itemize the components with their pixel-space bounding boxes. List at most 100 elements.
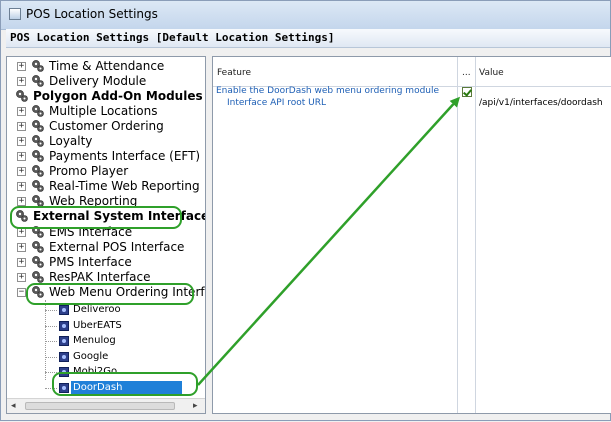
expand-icon[interactable]: +	[17, 62, 26, 71]
tree-item-label: Time & Attendance	[49, 59, 165, 73]
gear-icon	[31, 149, 45, 163]
expand-icon[interactable]: +	[17, 243, 26, 252]
gear-icon	[31, 104, 45, 118]
tree-item-label: External POS Interface	[49, 240, 185, 254]
interface-icon	[59, 336, 69, 346]
tree-item-label: Delivery Module	[49, 74, 147, 88]
pos-location-settings-window: POS Location Settings POS Location Setti…	[0, 0, 611, 421]
tree-child-label: Deliveroo	[73, 304, 121, 315]
feature-grid: Feature ... Value Enable the DoorDash we…	[212, 56, 611, 414]
gear-icon	[31, 59, 45, 73]
tree-item-label: Web Reporting	[49, 194, 138, 208]
scroll-left-arrow-icon[interactable]: ◂	[11, 401, 16, 411]
collapse-icon[interactable]: −	[17, 288, 26, 297]
window-icon	[9, 8, 21, 20]
expand-icon[interactable]: +	[17, 77, 26, 86]
gear-icon	[31, 255, 45, 269]
scroll-thumb[interactable]	[25, 402, 175, 410]
tree-item-label: Polygon Add-On Modules	[33, 89, 203, 103]
expand-icon[interactable]: +	[17, 258, 26, 267]
tree-item[interactable]: + ResPAK Interface	[7, 270, 203, 285]
tree-item-label: EMS Interface	[49, 225, 133, 239]
tree-item[interactable]: + Time & Attendance	[7, 59, 203, 74]
tree-item[interactable]: + EMS Interface	[7, 225, 203, 240]
expand-icon[interactable]: +	[17, 122, 26, 131]
interface-icon	[59, 351, 69, 362]
tree-item-label: Real-Time Web Reporting	[49, 179, 200, 193]
tree-child-label: UberEATS	[73, 319, 122, 331]
tree-item[interactable]: + Loyalty	[7, 134, 203, 149]
tree-item[interactable]: + Delivery Module	[7, 74, 203, 89]
value-cell[interactable]: /api/v1/interfaces/doordash	[479, 98, 603, 108]
tree-child-item[interactable]: Mobi2Go	[45, 365, 195, 380]
tree-child-label: Menulog	[73, 335, 116, 346]
tree-item-label: External System Interfaces	[33, 209, 206, 223]
settings-tree[interactable]: ◂ ▸ + Time & Attendance + Delivery Module Po…	[6, 56, 206, 414]
gear-icon	[15, 209, 29, 223]
gear-icon	[31, 134, 45, 148]
tree-item[interactable]: + External POS Interface	[7, 240, 203, 255]
gear-icon	[31, 240, 45, 254]
tree-child-item[interactable]: UberEATS	[45, 319, 195, 334]
expand-icon[interactable]: +	[17, 137, 26, 146]
gear-icon	[31, 270, 45, 284]
mid-column-header[interactable]: ...	[462, 68, 471, 78]
tree-item[interactable]: + Promo Player	[7, 164, 203, 179]
tree-item-label: ResPAK Interface	[49, 270, 151, 284]
tree-item[interactable]: External System Interfaces	[7, 209, 206, 224]
tree-item[interactable]: + Customer Ordering	[7, 119, 203, 134]
interface-icon	[59, 367, 69, 377]
gear-icon	[31, 119, 45, 133]
grid-row[interactable]: Enable the DoorDash web menu ordering mo…	[213, 86, 611, 98]
title-bar: POS Location Settings	[1, 1, 610, 30]
window-title: POS Location Settings	[26, 7, 158, 21]
gear-icon	[31, 225, 45, 239]
interface-icon	[59, 382, 69, 393]
tree-child-label: DoorDash	[71, 380, 183, 395]
value-column-header[interactable]: Value	[479, 68, 504, 78]
tree-item[interactable]: − Web Menu Ordering Interfaces	[7, 285, 205, 300]
tree-item-label: Web Menu Ordering Interfaces	[49, 285, 205, 299]
tree-horizontal-scrollbar[interactable]: ◂ ▸	[7, 398, 205, 413]
interface-icon	[59, 305, 69, 315]
tree-item-label: Loyalty	[49, 134, 93, 148]
tree-item-label: Multiple Locations	[49, 104, 158, 118]
tree-item[interactable]: + Payments Interface (EFT)	[7, 149, 203, 164]
grid-header: Feature ... Value	[213, 57, 611, 87]
settings-header: POS Location Settings [Default Location …	[6, 29, 610, 48]
expand-icon[interactable]: +	[17, 107, 26, 116]
feature-cell: Interface API root URL	[227, 98, 327, 108]
expand-icon[interactable]: +	[17, 152, 26, 161]
tree-item-label: Promo Player	[49, 164, 129, 178]
scroll-right-arrow-icon[interactable]: ▸	[193, 401, 198, 411]
tree-child-label: Google	[73, 350, 109, 362]
tree-item-label: Customer Ordering	[49, 119, 164, 133]
tree-item[interactable]: + Web Reporting	[7, 194, 203, 209]
expand-icon[interactable]: +	[17, 167, 26, 176]
tree-child-item[interactable]: Deliveroo	[45, 303, 195, 318]
expand-icon[interactable]: +	[17, 273, 26, 282]
gear-icon	[31, 179, 45, 193]
tree-item[interactable]: + PMS Interface	[7, 255, 203, 270]
interface-icon	[59, 320, 69, 331]
gear-icon	[15, 89, 29, 103]
tree-child-label: Mobi2Go	[73, 366, 118, 377]
feature-column-header[interactable]: Feature	[217, 68, 251, 78]
tree-child-item[interactable]: DoorDash	[45, 380, 195, 396]
settings-header-text: POS Location Settings [Default Location …	[10, 31, 335, 44]
expand-icon[interactable]: +	[17, 182, 26, 191]
expand-icon[interactable]: +	[17, 228, 26, 237]
tree-item-label: PMS Interface	[49, 255, 132, 269]
tree-item[interactable]: + Multiple Locations	[7, 104, 203, 119]
tree-item-label: Payments Interface (EFT)	[49, 149, 201, 163]
tree-item[interactable]: + Real-Time Web Reporting	[7, 179, 203, 194]
tree-item[interactable]: Polygon Add-On Modules	[7, 89, 203, 104]
gear-icon	[31, 285, 45, 299]
enable-doordash-checkbox[interactable]	[462, 87, 472, 97]
gear-icon	[31, 74, 45, 88]
grid-row[interactable]: Interface API root URL /api/v1/interface…	[213, 98, 611, 110]
expand-icon[interactable]: +	[17, 197, 26, 206]
gear-icon	[31, 194, 45, 208]
tree-child-item[interactable]: Google	[45, 350, 195, 365]
tree-child-item[interactable]: Menulog	[45, 334, 195, 349]
